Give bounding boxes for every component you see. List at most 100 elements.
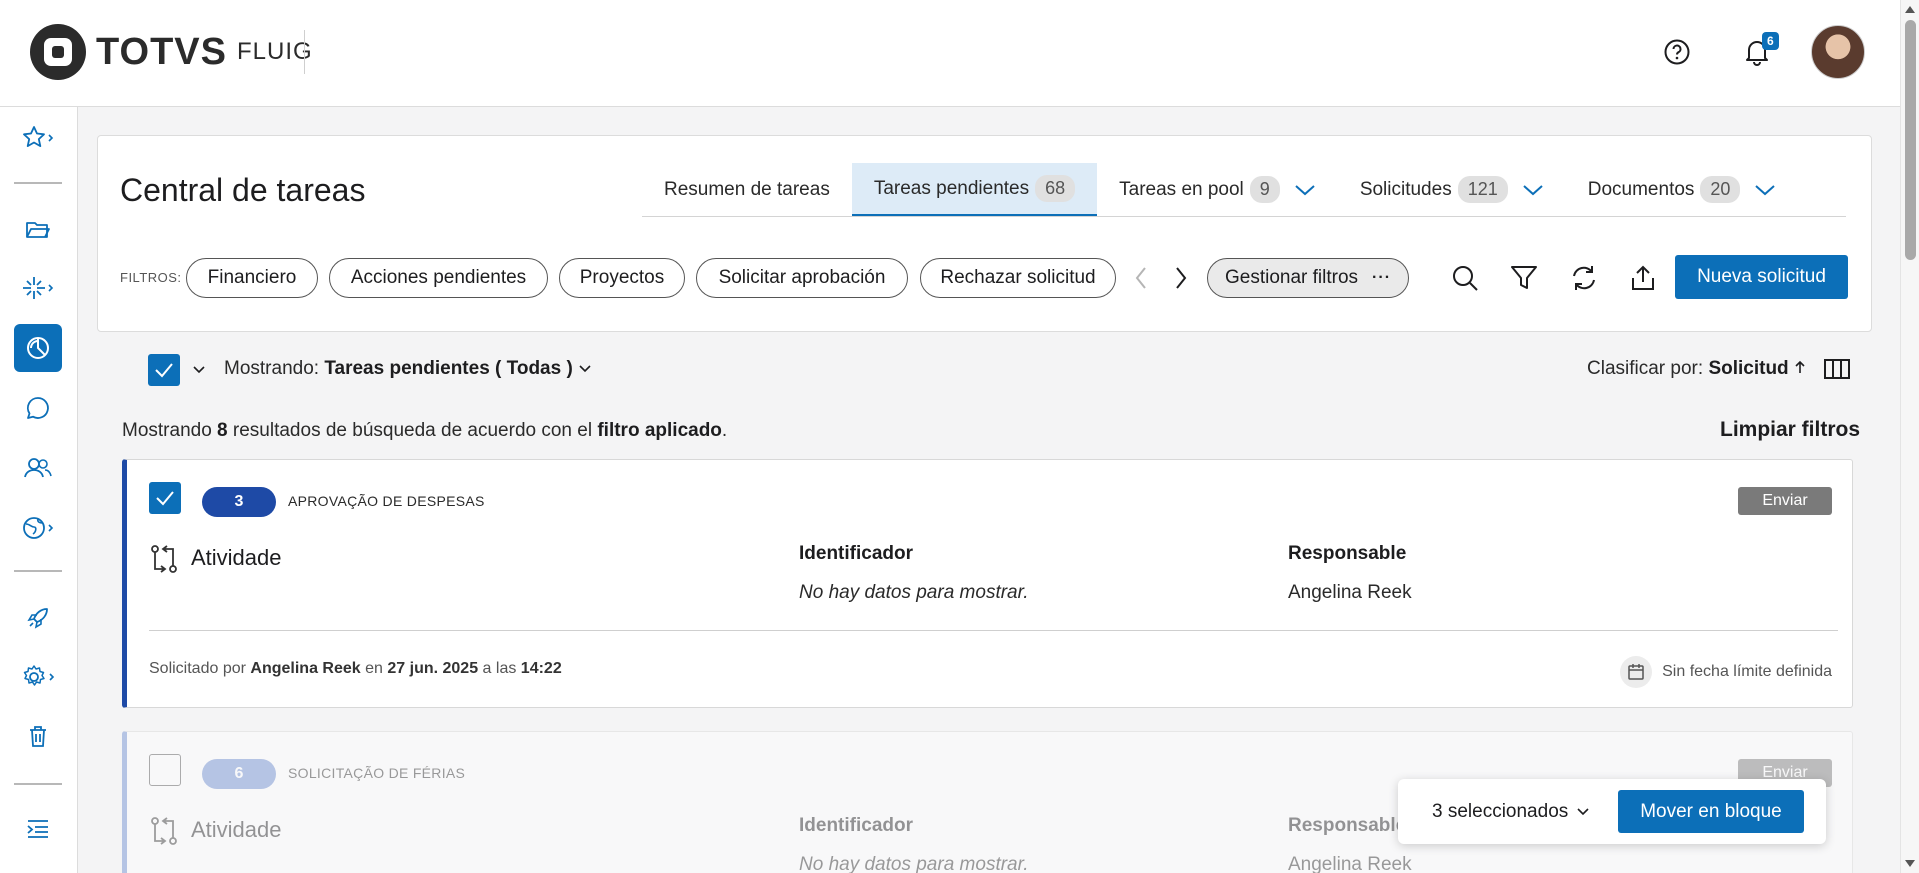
top-header: TOTVS FLUIG 6 [0,0,1900,107]
clear-filters-link[interactable]: Limpiar filtros [1720,418,1860,442]
page-scrollbar[interactable] [1900,0,1919,873]
rocket-icon[interactable] [14,594,62,642]
requested-by-label: Solicitado por [149,660,246,677]
deadline-text: Sin fecha límite definida [1662,663,1832,680]
sidebar-divider [14,783,62,785]
tab-count: 68 [1035,175,1076,202]
manage-filters-button[interactable]: Gestionar filtros ··· [1207,258,1409,298]
scroll-down-arrow-icon[interactable] [1905,860,1915,867]
showing-filter-dropdown[interactable]: Mostrando: Tareas pendientes ( Todas ) [224,358,592,380]
send-button[interactable]: Enviar [1738,487,1832,515]
favorites-star-icon[interactable] [14,114,62,162]
export-share-icon[interactable] [1625,260,1661,296]
globe-icon[interactable] [14,504,62,552]
logo-text: TOTVS [96,30,227,73]
filter-chip-financiero[interactable]: Financiero [186,258,318,298]
chevron-down-icon[interactable] [1522,179,1544,201]
activity-title: Atividade [191,817,282,842]
trash-icon[interactable] [14,712,62,760]
scroll-up-arrow-icon[interactable] [1905,6,1915,13]
results-count: 8 [217,420,228,441]
selection-chevron-down-icon[interactable] [192,362,206,380]
tab-label: Tareas pendientes [873,177,1030,199]
folder-icon[interactable] [14,205,62,253]
responsible-label: Responsable [1288,815,1407,836]
responsible-value: Angelina Reek [1288,854,1412,873]
tab-requests[interactable]: Solicitudes 121 [1338,163,1566,216]
notification-badge: 6 [1762,32,1779,50]
identifier-label: Identificador [799,543,914,564]
chat-bubble-icon[interactable] [14,384,62,432]
new-request-button[interactable]: Nueva solicitud [1675,255,1848,299]
filter-funnel-icon[interactable] [1506,260,1542,296]
sidebar-divider [14,570,62,572]
chevron-down-icon [1577,808,1589,816]
sort-label: Clasificar por: [1587,358,1704,379]
people-icon[interactable] [14,444,62,492]
request-time: 14:22 [520,660,562,677]
tab-count: 121 [1457,176,1508,203]
filter-chip-solicitar-aprobacion[interactable]: Solicitar aprobación [696,258,908,298]
request-date: 27 jun. 2025 [387,660,479,677]
process-name: APROVAÇÃO DE DESPESAS [288,493,485,509]
task-card[interactable]: 3 APROVAÇÃO DE DESPESAS Enviar Atividade… [122,459,1853,708]
bulk-action-bar: 3 seleccionados Mover en bloque [1398,779,1826,844]
expand-menu-icon[interactable] [14,805,62,853]
filters-label: FILTROS: [120,270,182,285]
task-checkbox-checked[interactable] [149,482,181,514]
sort-by-control[interactable]: Clasificar por: Solicitud [1587,358,1806,380]
sidebar-divider [14,182,62,184]
task-central-icon[interactable] [14,324,62,372]
chevron-down-icon[interactable] [1294,179,1316,201]
logo-divider [304,30,305,74]
showing-value: Tareas pendientes ( Todas ) [324,358,573,379]
deadline-info: Sin fecha límite definida [1620,656,1832,688]
totvs-fluig-logo[interactable]: TOTVS FLUIG [30,24,313,80]
tab-count: 20 [1700,176,1741,203]
responsible-value: Angelina Reek [1288,582,1412,603]
results-text-end: . [721,420,728,441]
sort-value: Solicitud [1708,358,1789,379]
showing-label: Mostrando: [224,358,320,379]
tab-pool-tasks[interactable]: Tareas en pool 9 [1097,163,1338,216]
refresh-icon[interactable] [1566,260,1602,296]
identifier-label: Identificador [799,815,914,836]
tab-label: Documentos [1587,178,1695,200]
workflow-icon [149,816,179,851]
page-title: Central de tareas [120,172,366,208]
tab-pending-tasks[interactable]: Tareas pendientes 68 [851,163,1098,216]
bulk-move-button[interactable]: Mover en bloque [1618,790,1804,833]
sidebar [0,107,78,873]
process-name: SOLICITAÇÃO DE FÉRIAS [288,765,466,781]
help-icon[interactable] [1661,36,1693,68]
workflow-icon [149,544,179,579]
requester-name: Angelina Reek [250,660,361,677]
chevron-right-icon[interactable] [1167,264,1195,292]
totvs-logo-icon [30,24,86,80]
scroll-thumb[interactable] [1905,20,1916,260]
tab-count: 9 [1249,176,1280,203]
tab-task-summary[interactable]: Resumen de tareas [642,163,852,216]
settings-gear-icon[interactable] [14,653,62,701]
activity-title: Atividade [191,545,282,570]
tab-label: Resumen de tareas [664,178,830,200]
search-icon[interactable] [1447,260,1483,296]
user-avatar[interactable] [1811,25,1865,79]
selected-count-dropdown[interactable]: 3 seleccionados [1432,801,1590,823]
logo-subtext: FLUIG [237,38,313,65]
select-all-checkbox[interactable] [148,354,180,386]
chevron-left-icon[interactable] [1127,264,1155,292]
chevron-down-icon[interactable] [1754,179,1776,201]
filter-chip-rechazar-solicitud[interactable]: Rechazar solicitud [920,258,1116,298]
filter-chip-proyectos[interactable]: Proyectos [559,258,685,298]
chevron-down-icon [579,365,591,373]
filter-chip-acciones-pendientes[interactable]: Acciones pendientes [329,258,548,298]
tab-documents[interactable]: Documentos 20 [1566,163,1799,216]
results-summary: Mostrando 8 resultados de búsqueda de ac… [122,420,727,442]
task-checkbox-unchecked[interactable] [149,754,181,786]
identifier-value: No hay datos para mostrar. [799,582,1029,603]
requested-on-label: en [365,660,383,677]
identifier-value: No hay datos para mostrar. [799,854,1029,873]
processes-icon[interactable] [14,264,62,312]
columns-view-icon[interactable] [1823,357,1851,386]
